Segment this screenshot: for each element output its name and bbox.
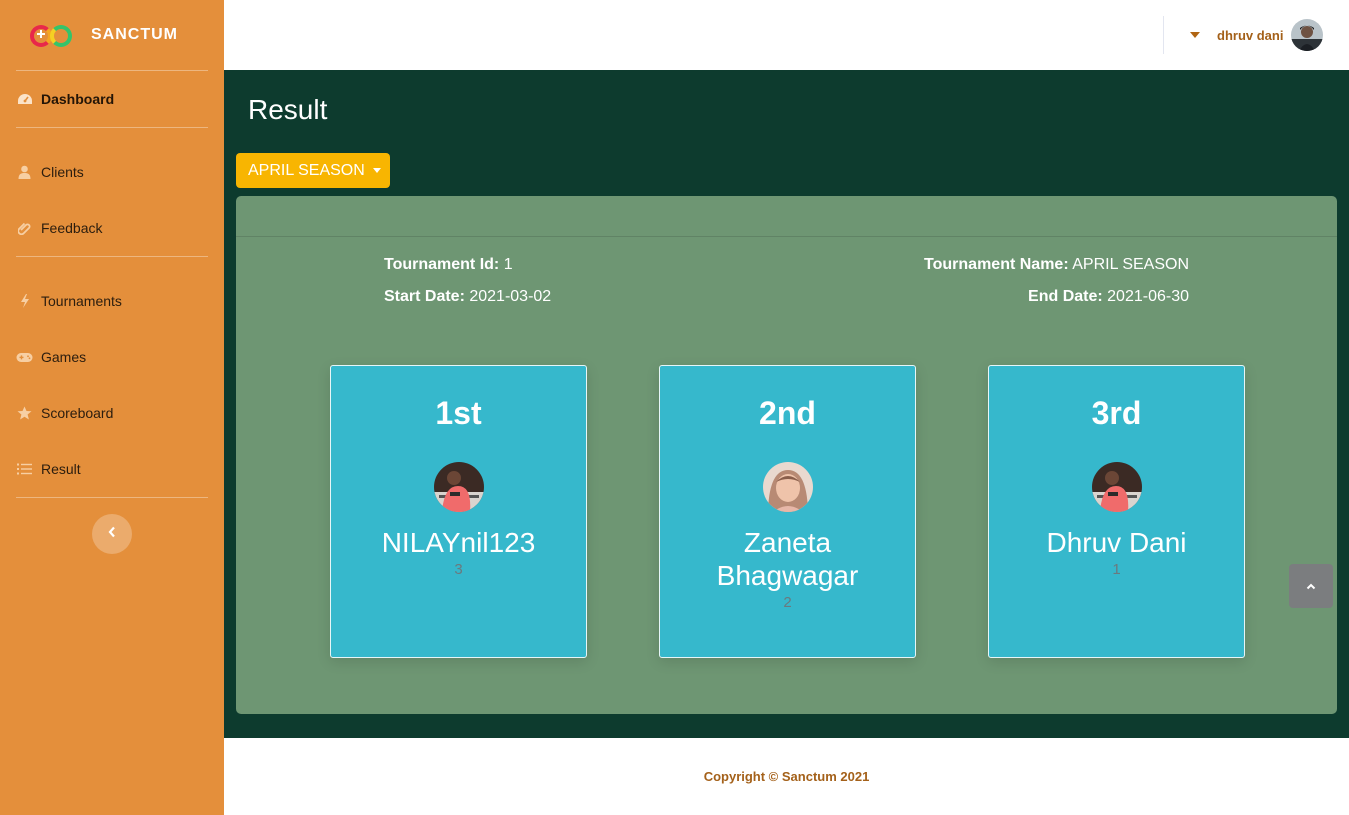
winner-name: NILAYnil123 bbox=[381, 527, 536, 558]
bolt-icon bbox=[16, 294, 33, 308]
chevron-up-icon bbox=[1306, 577, 1316, 595]
end-date-value: 2021-06-30 bbox=[1107, 288, 1189, 305]
star-icon bbox=[16, 406, 33, 420]
sidebar-divider bbox=[16, 127, 208, 128]
winner-name: Zaneta Bhagwagar bbox=[716, 527, 859, 591]
sidebar-item-scoreboard[interactable]: Scoreboard bbox=[16, 398, 208, 428]
winner-card-third: 3rd Dhruv Dani 1 bbox=[988, 365, 1245, 658]
sidebar-item-result[interactable]: Result bbox=[16, 454, 208, 484]
sidebar-item-clients[interactable]: Clients bbox=[16, 157, 208, 187]
winner-score: 2 bbox=[783, 594, 792, 611]
winner-card-second: 2nd Zaneta Bhagwagar 2 bbox=[659, 365, 916, 658]
chevron-left-icon bbox=[108, 525, 116, 543]
copyright-text: Copyright © Sanctum 2021 bbox=[703, 769, 870, 784]
sidebar-item-dashboard[interactable]: Dashboard bbox=[16, 84, 208, 114]
sidebar-item-label: Dashboard bbox=[41, 91, 115, 107]
user-icon bbox=[16, 165, 33, 179]
list-icon bbox=[16, 462, 33, 476]
sidebar-item-label: Clients bbox=[41, 164, 84, 180]
sanctum-logo-icon bbox=[30, 22, 76, 48]
sidebar-item-label: Tournaments bbox=[41, 293, 122, 309]
avatar bbox=[1291, 19, 1324, 51]
winner-rank: 2nd bbox=[759, 395, 816, 431]
winner-score: 3 bbox=[454, 561, 463, 578]
winner-name: Dhruv Dani bbox=[1046, 527, 1187, 558]
panel-header-divider bbox=[236, 236, 1337, 237]
tournament-name-value: APRIL SEASON bbox=[1072, 256, 1189, 273]
winner-score: 1 bbox=[1112, 561, 1121, 578]
page-title: Result bbox=[248, 94, 328, 125]
topbar-divider bbox=[1163, 16, 1164, 54]
sidebar-item-label: Scoreboard bbox=[41, 405, 114, 421]
topbar: dhruv dani bbox=[224, 0, 1349, 70]
end-date: End Date: 2021-06-30 bbox=[1028, 288, 1189, 306]
tournament-name-label: Tournament Name: bbox=[924, 256, 1069, 273]
sidebar-item-feedback[interactable]: Feedback bbox=[16, 213, 208, 243]
sidebar-divider bbox=[16, 70, 208, 71]
username: dhruv dani bbox=[1217, 27, 1284, 43]
sidebar-item-tournaments[interactable]: Tournaments bbox=[16, 286, 208, 316]
end-date-label: End Date: bbox=[1028, 288, 1103, 305]
start-date-label: Start Date: bbox=[384, 288, 465, 305]
brand[interactable]: SANCTUM bbox=[0, 0, 224, 70]
sidebar-item-label: Result bbox=[41, 461, 81, 477]
footer: Copyright © Sanctum 2021 bbox=[224, 738, 1349, 815]
avatar bbox=[762, 462, 813, 512]
sidebar-divider bbox=[16, 256, 208, 257]
tournament-name: Tournament Name: APRIL SEASON bbox=[924, 256, 1189, 274]
avatar bbox=[433, 462, 484, 512]
result-panel: Tournament Id: 1 Tournament Name: APRIL … bbox=[236, 196, 1337, 714]
caret-down-icon bbox=[1190, 32, 1200, 38]
sidebar-item-label: Feedback bbox=[41, 220, 103, 236]
scroll-to-top-button[interactable] bbox=[1289, 564, 1333, 608]
main-content: Result APRIL SEASON Tournament Id: 1 Tou… bbox=[224, 70, 1349, 738]
tournament-id-label: Tournament Id: bbox=[384, 256, 500, 273]
winner-rank: 3rd bbox=[1091, 395, 1142, 431]
winner-card-first: 1st NILAYnil123 3 bbox=[330, 365, 587, 658]
season-dropdown-button[interactable]: APRIL SEASON bbox=[236, 153, 390, 188]
sidebar-item-label: Games bbox=[41, 349, 87, 365]
winner-rank: 1st bbox=[435, 395, 482, 431]
start-date-value: 2021-03-02 bbox=[469, 288, 552, 305]
avatar bbox=[1091, 462, 1142, 512]
sidebar-divider bbox=[16, 497, 208, 498]
tachometer-icon bbox=[16, 92, 33, 106]
sidebar-toggle-button[interactable] bbox=[92, 514, 132, 554]
start-date: Start Date: 2021-03-02 bbox=[384, 288, 551, 306]
caret-down-icon bbox=[372, 168, 381, 173]
tournament-id: Tournament Id: 1 bbox=[384, 256, 513, 274]
gamepad-icon bbox=[16, 350, 33, 364]
brand-name: SANCTUM bbox=[91, 26, 178, 43]
tournament-id-value: 1 bbox=[503, 256, 513, 273]
paperclip-icon bbox=[16, 221, 33, 235]
user-menu[interactable]: dhruv dani bbox=[1190, 18, 1324, 52]
sidebar-item-games[interactable]: Games bbox=[16, 342, 208, 372]
season-dropdown-label: APRIL SEASON bbox=[248, 161, 365, 179]
sidebar: SANCTUM Dashboard Clients Feedback Tourn… bbox=[0, 0, 224, 815]
